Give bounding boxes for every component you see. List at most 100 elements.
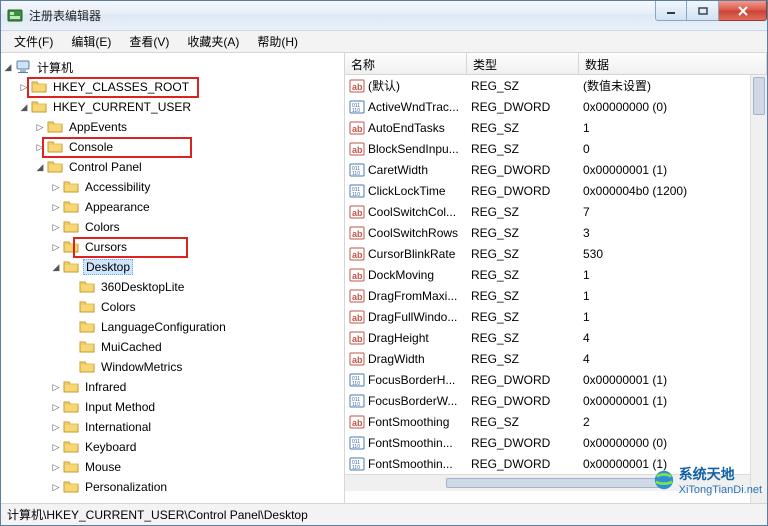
horizontal-scrollbar[interactable] (345, 474, 767, 491)
menu-file[interactable]: 文件(F) (5, 31, 62, 52)
window-title: 注册表编辑器 (29, 7, 101, 24)
tree-desktop-child-2[interactable]: LanguageConfiguration (1, 317, 344, 337)
menu-view[interactable]: 查看(V) (120, 31, 178, 52)
values-panel[interactable]: 名称 类型 数据 ab(默认)REG_SZ(数值未设置)011110Active… (345, 53, 767, 503)
statusbar: 计算机\HKEY_CURRENT_USER\Control Panel\Desk… (1, 503, 767, 525)
value-row[interactable]: abCoolSwitchCol...REG_SZ7 (345, 201, 767, 222)
menu-edit[interactable]: 编辑(E) (62, 31, 120, 52)
tree-hkcu-child-1[interactable]: ▷ Console (1, 137, 344, 157)
value-data: 4 (579, 330, 767, 346)
collapse-icon[interactable]: ◢ (17, 100, 31, 114)
folder-icon (63, 459, 79, 475)
tree-hkcu[interactable]: ◢HKEY_CURRENT_USER (1, 97, 344, 117)
tree-hkcu-child-0[interactable]: ▷ AppEvents (1, 117, 344, 137)
expand-icon[interactable]: ▷ (49, 200, 63, 214)
tree-cp-bottom-3[interactable]: ▷ Keyboard (1, 437, 344, 457)
expand-icon[interactable]: ▷ (49, 240, 63, 254)
menu-help[interactable]: 帮助(H) (248, 31, 307, 52)
tree-cp-top-3[interactable]: ▷Cursors (1, 237, 344, 257)
col-header-type[interactable]: 类型 (467, 53, 579, 74)
value-row[interactable]: abCursorBlinkRateREG_SZ530 (345, 243, 767, 264)
value-type: REG_SZ (467, 330, 579, 346)
tree-hkcr[interactable]: ▷HKEY_CLASSES_ROOT (1, 77, 344, 97)
value-row[interactable]: 011110FontSmoothin...REG_DWORD0x00000001… (345, 453, 767, 474)
value-row[interactable]: abAutoEndTasksREG_SZ1 (345, 117, 767, 138)
tree-root-computer[interactable]: ◢计算机 (1, 57, 344, 77)
expand-icon[interactable]: ▷ (49, 400, 63, 414)
tree-desktop-child-3[interactable]: MuiCached (1, 337, 344, 357)
close-icon (737, 6, 749, 16)
tree-node-label: AppEvents (69, 120, 127, 134)
statusbar-path: 计算机\HKEY_CURRENT_USER\Control Panel\Desk… (7, 506, 308, 523)
tree-cp-bottom-1[interactable]: ▷Input Method (1, 397, 344, 417)
value-row[interactable]: 011110ClickLockTimeREG_DWORD0x000004b0 (… (345, 180, 767, 201)
expand-icon[interactable]: ▷ (49, 420, 63, 434)
menu-favorites[interactable]: 收藏夹(A) (178, 31, 248, 52)
expand-icon[interactable]: ▷ (49, 460, 63, 474)
value-row[interactable]: abDragWidthREG_SZ4 (345, 348, 767, 369)
computer-icon (15, 59, 31, 75)
close-button[interactable] (719, 1, 767, 21)
tree-desktop-child-0[interactable]: 360DesktopLite (1, 277, 344, 297)
tree-cp-top-2[interactable]: ▷Colors (1, 217, 344, 237)
svg-text:ab: ab (352, 292, 363, 302)
folder-icon (63, 439, 79, 455)
expand-icon[interactable]: ▷ (17, 80, 31, 94)
expand-icon[interactable]: ▷ (49, 380, 63, 394)
tree-cp-bottom-5[interactable]: ▷Personalization (1, 477, 344, 497)
value-type: REG_SZ (467, 225, 579, 241)
tree-panel[interactable]: ◢计算机▷HKEY_CLASSES_ROOT◢HKEY_CURRENT_USER… (1, 53, 345, 503)
tree-cp-top-0[interactable]: ▷Accessibility (1, 177, 344, 197)
col-header-data[interactable]: 数据 (579, 53, 767, 74)
col-header-name[interactable]: 名称 (345, 53, 467, 74)
collapse-icon[interactable]: ◢ (49, 260, 63, 274)
tree-desktop[interactable]: ◢Desktop (1, 257, 344, 277)
svg-text:110: 110 (352, 444, 360, 450)
value-name: CaretWidth (368, 163, 428, 177)
maximize-button[interactable] (687, 1, 719, 21)
value-row[interactable]: 011110FontSmoothin...REG_DWORD0x00000000… (345, 432, 767, 453)
value-row[interactable]: 011110FocusBorderH...REG_DWORD0x00000001… (345, 369, 767, 390)
value-row[interactable]: abCoolSwitchRowsREG_SZ3 (345, 222, 767, 243)
collapse-icon[interactable]: ◢ (33, 160, 47, 174)
value-name: ActiveWndTrac... (368, 100, 459, 114)
titlebar[interactable]: 注册表编辑器 (1, 1, 767, 31)
folder-icon (63, 399, 79, 415)
value-row[interactable]: abDragHeightREG_SZ4 (345, 327, 767, 348)
expand-icon[interactable]: ▷ (49, 440, 63, 454)
value-row[interactable]: 011110FocusBorderW...REG_DWORD0x00000001… (345, 390, 767, 411)
tree-cp-bottom-2[interactable]: ▷International (1, 417, 344, 437)
tree-node-label: Keyboard (85, 440, 136, 454)
minimize-button[interactable] (655, 1, 687, 21)
expand-icon[interactable]: ▷ (49, 180, 63, 194)
expand-icon[interactable]: ▷ (33, 120, 47, 134)
value-row[interactable]: abDragFullWindo...REG_SZ1 (345, 306, 767, 327)
content-area: ◢计算机▷HKEY_CLASSES_ROOT◢HKEY_CURRENT_USER… (1, 53, 767, 503)
value-row[interactable]: 011110CaretWidthREG_DWORD0x00000001 (1) (345, 159, 767, 180)
tree-desktop-child-1[interactable]: Colors (1, 297, 344, 317)
value-row[interactable]: abDockMovingREG_SZ1 (345, 264, 767, 285)
value-row[interactable]: 011110ActiveWndTrac...REG_DWORD0x0000000… (345, 96, 767, 117)
value-data: 0x00000001 (1) (579, 393, 767, 409)
collapse-icon[interactable]: ◢ (1, 60, 15, 74)
expand-icon[interactable]: ▷ (33, 140, 47, 154)
tree-cp-top-1[interactable]: ▷Appearance (1, 197, 344, 217)
tree-desktop-child-4[interactable]: WindowMetrics (1, 357, 344, 377)
expand-icon[interactable]: ▷ (49, 480, 63, 494)
reg-string-icon: ab (349, 330, 365, 346)
value-row[interactable]: abBlockSendInpu...REG_SZ0 (345, 138, 767, 159)
vertical-scrollbar[interactable] (750, 75, 767, 503)
value-row[interactable]: ab(默认)REG_SZ(数值未设置) (345, 75, 767, 96)
value-row[interactable]: abFontSmoothingREG_SZ2 (345, 411, 767, 432)
value-row[interactable]: abDragFromMaxi...REG_SZ1 (345, 285, 767, 306)
tree-node-label: Console (69, 140, 113, 154)
expand-icon[interactable]: ▷ (49, 220, 63, 234)
reg-binary-icon: 011110 (349, 99, 365, 115)
tree-cp-bottom-0[interactable]: ▷Infrared (1, 377, 344, 397)
tree-node-label: LanguageConfiguration (101, 320, 226, 334)
value-data: 3 (579, 225, 767, 241)
folder-icon (63, 419, 79, 435)
value-type: REG_DWORD (467, 393, 579, 409)
tree-hkcu-child-2[interactable]: ◢Control Panel (1, 157, 344, 177)
tree-cp-bottom-4[interactable]: ▷Mouse (1, 457, 344, 477)
